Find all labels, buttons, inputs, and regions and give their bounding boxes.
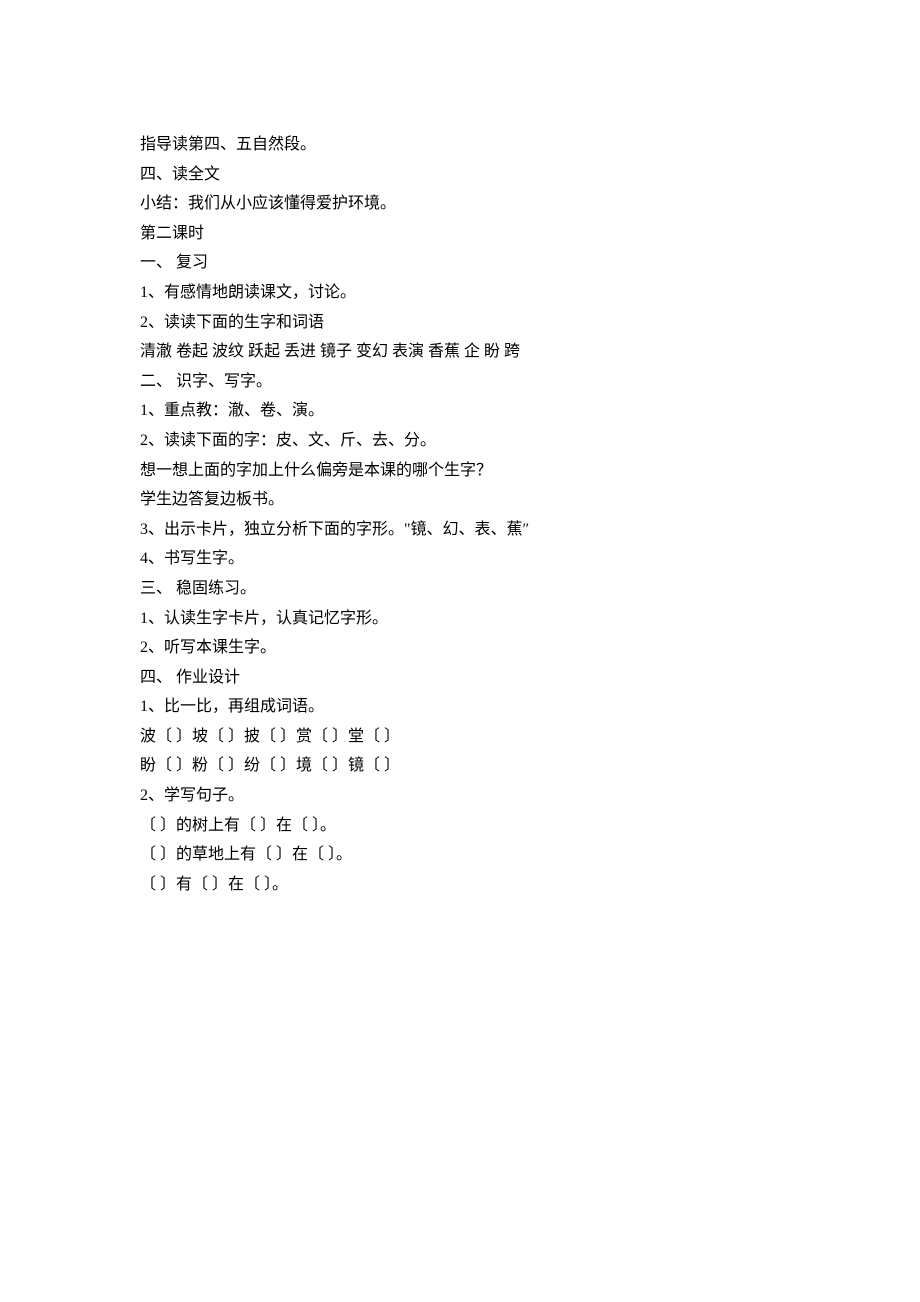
text-line: 四、读全文 xyxy=(140,160,780,190)
text-line: 指导读第四、五自然段。 xyxy=(140,130,780,160)
text-line: 〔 〕有〔 〕在〔 〕。 xyxy=(140,870,780,900)
text-line: 1、比一比，再组成词语。 xyxy=(140,692,780,722)
text-line: 2、读读下面的字：皮、文、斤、去、分。 xyxy=(140,426,780,456)
text-line: 想一想上面的字加上什么偏旁是本课的哪个生字？ xyxy=(140,456,780,486)
text-line: 1、重点教：澈、卷、演。 xyxy=(140,396,780,426)
text-line: 〔 〕的树上有〔 〕在〔 〕。 xyxy=(140,811,780,841)
text-line: 三、 稳固练习。 xyxy=(140,574,780,604)
text-line: 波〔 〕坡〔 〕披〔 〕赏〔 〕堂〔 〕 xyxy=(140,722,780,752)
text-line: 〔 〕的草地上有〔 〕在〔 〕。 xyxy=(140,840,780,870)
text-line: 2、听写本课生字。 xyxy=(140,633,780,663)
text-line: 1、认读生字卡片，认真记忆字形。 xyxy=(140,604,780,634)
text-line: 4、书写生字。 xyxy=(140,544,780,574)
text-line: 小结：我们从小应该懂得爱护环境。 xyxy=(140,189,780,219)
text-line: 3、出示卡片，独立分析下面的字形。"镜、幻、表、蕉″ xyxy=(140,515,780,545)
text-line: 二、 识字、写字。 xyxy=(140,367,780,397)
text-line: 第二课时 xyxy=(140,219,780,249)
text-line: 2、读读下面的生字和词语 xyxy=(140,308,780,338)
text-line: 四、 作业设计 xyxy=(140,663,780,693)
text-line: 盼〔 〕粉〔 〕纷〔 〕境〔 〕镜〔 〕 xyxy=(140,751,780,781)
text-line: 学生边答复边板书。 xyxy=(140,485,780,515)
text-line: 清澈 卷起 波纹 跃起 丢进 镜子 变幻 表演 香蕉 企 盼 跨 xyxy=(140,337,780,367)
text-line: 1、有感情地朗读课文，讨论。 xyxy=(140,278,780,308)
text-line: 一、 复习 xyxy=(140,248,780,278)
document-page: 指导读第四、五自然段。 四、读全文 小结：我们从小应该懂得爱护环境。 第二课时 … xyxy=(0,0,920,899)
text-line: 2、学写句子。 xyxy=(140,781,780,811)
